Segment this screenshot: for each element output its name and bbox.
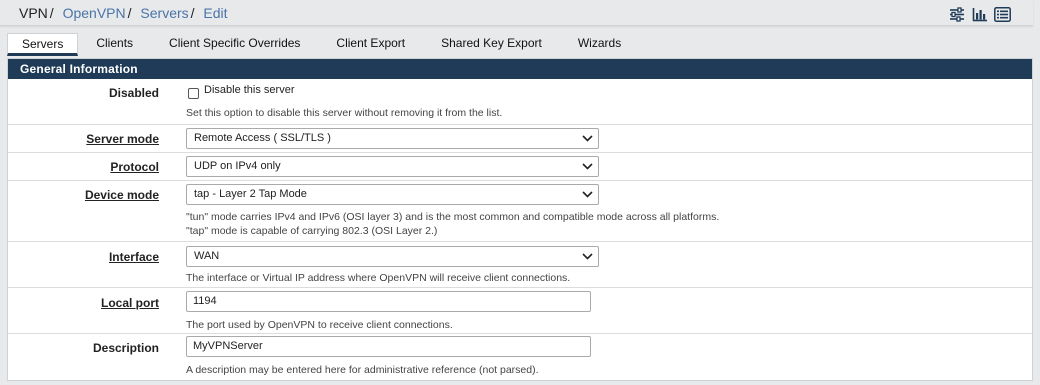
tab-wizards[interactable]: Wizards [560, 33, 639, 54]
local-port-label: Local port [100, 296, 159, 310]
breadcrumb-edit-link[interactable]: Edit [203, 5, 227, 21]
tab-client-export[interactable]: Client Export [318, 33, 423, 54]
device-mode-help-tap: "tap" mode is capable of carrying 802.3 … [186, 225, 438, 237]
interface-value: WAN [194, 250, 220, 262]
description-row: Description MyVPNServer A description ma… [8, 333, 1032, 381]
description-label: Description [92, 341, 159, 355]
chevron-down-icon [582, 130, 593, 147]
local-port-row: Local port 1194 The port used by OpenVPN… [8, 287, 1032, 334]
device-mode-row: Device mode tap - Layer 2 Tap Mode "tun"… [8, 180, 1032, 242]
tab-shared-key-export[interactable]: Shared Key Export [423, 33, 560, 54]
protocol-select[interactable]: UDP on IPv4 only [186, 156, 599, 177]
chevron-down-icon [582, 158, 593, 175]
disabled-help-text: Set this option to disable this server w… [186, 107, 503, 119]
breadcrumb: VPN / OpenVPN / Servers / Edit [19, 5, 228, 21]
disable-server-checkbox-label[interactable]: Disable this server [204, 84, 294, 96]
list-icon[interactable] [994, 6, 1011, 22]
device-mode-help-tun: "tun" mode carries IPv4 and IPv6 (OSI la… [186, 211, 720, 223]
protocol-row: Protocol UDP on IPv4 only [8, 152, 1032, 181]
breadcrumb-separator: / [127, 5, 132, 21]
breadcrumb-openvpn-link[interactable]: OpenVPN [63, 5, 126, 21]
server-mode-label: Server mode [86, 132, 159, 146]
tab-servers[interactable]: Servers [7, 33, 79, 56]
chevron-down-icon [582, 186, 593, 203]
description-input[interactable]: MyVPNServer [186, 336, 591, 357]
protocol-value: UDP on IPv4 only [194, 160, 281, 172]
interface-select[interactable]: WAN [186, 246, 599, 267]
interface-row: Interface WAN The interface or Virtual I… [8, 241, 1032, 288]
tab-bar: Servers Clients Client Specific Override… [7, 33, 639, 56]
general-information-panel: General Information Disabled Disable thi… [7, 58, 1033, 381]
device-mode-select[interactable]: tap - Layer 2 Tap Mode [186, 184, 599, 205]
server-mode-row: Server mode Remote Access ( SSL/TLS ) [8, 124, 1032, 153]
tab-client-specific-overrides[interactable]: Client Specific Overrides [151, 33, 318, 54]
local-port-help-text: The port used by OpenVPN to receive clie… [186, 319, 453, 331]
breadcrumb-separator: / [190, 5, 195, 21]
interface-label: Interface [108, 250, 159, 264]
top-bar: VPN / OpenVPN / Servers / Edit [0, 0, 1033, 26]
breadcrumb-root: VPN [19, 5, 48, 21]
disabled-row: Disabled Disable this server Set this op… [8, 79, 1032, 124]
bar-chart-icon[interactable] [971, 6, 988, 22]
panel-title: General Information [8, 59, 1032, 79]
protocol-label: Protocol [110, 160, 159, 174]
interface-help-text: The interface or Virtual IP address wher… [186, 272, 571, 284]
breadcrumb-servers-link[interactable]: Servers [140, 5, 188, 21]
device-mode-label: Device mode [84, 188, 159, 202]
breadcrumb-separator: / [49, 5, 54, 21]
server-mode-select[interactable]: Remote Access ( SSL/TLS ) [186, 128, 599, 149]
server-mode-value: Remote Access ( SSL/TLS ) [194, 132, 331, 144]
chevron-down-icon [582, 248, 593, 265]
disabled-label: Disabled [108, 86, 159, 100]
disable-server-checkbox[interactable] [188, 88, 199, 99]
header-icon-group [948, 6, 1011, 22]
device-mode-value: tap - Layer 2 Tap Mode [194, 188, 307, 200]
local-port-input[interactable]: 1194 [186, 291, 591, 312]
settings-sliders-icon[interactable] [948, 6, 965, 22]
tab-clients[interactable]: Clients [78, 33, 151, 54]
description-help-text: A description may be entered here for ad… [186, 364, 539, 376]
